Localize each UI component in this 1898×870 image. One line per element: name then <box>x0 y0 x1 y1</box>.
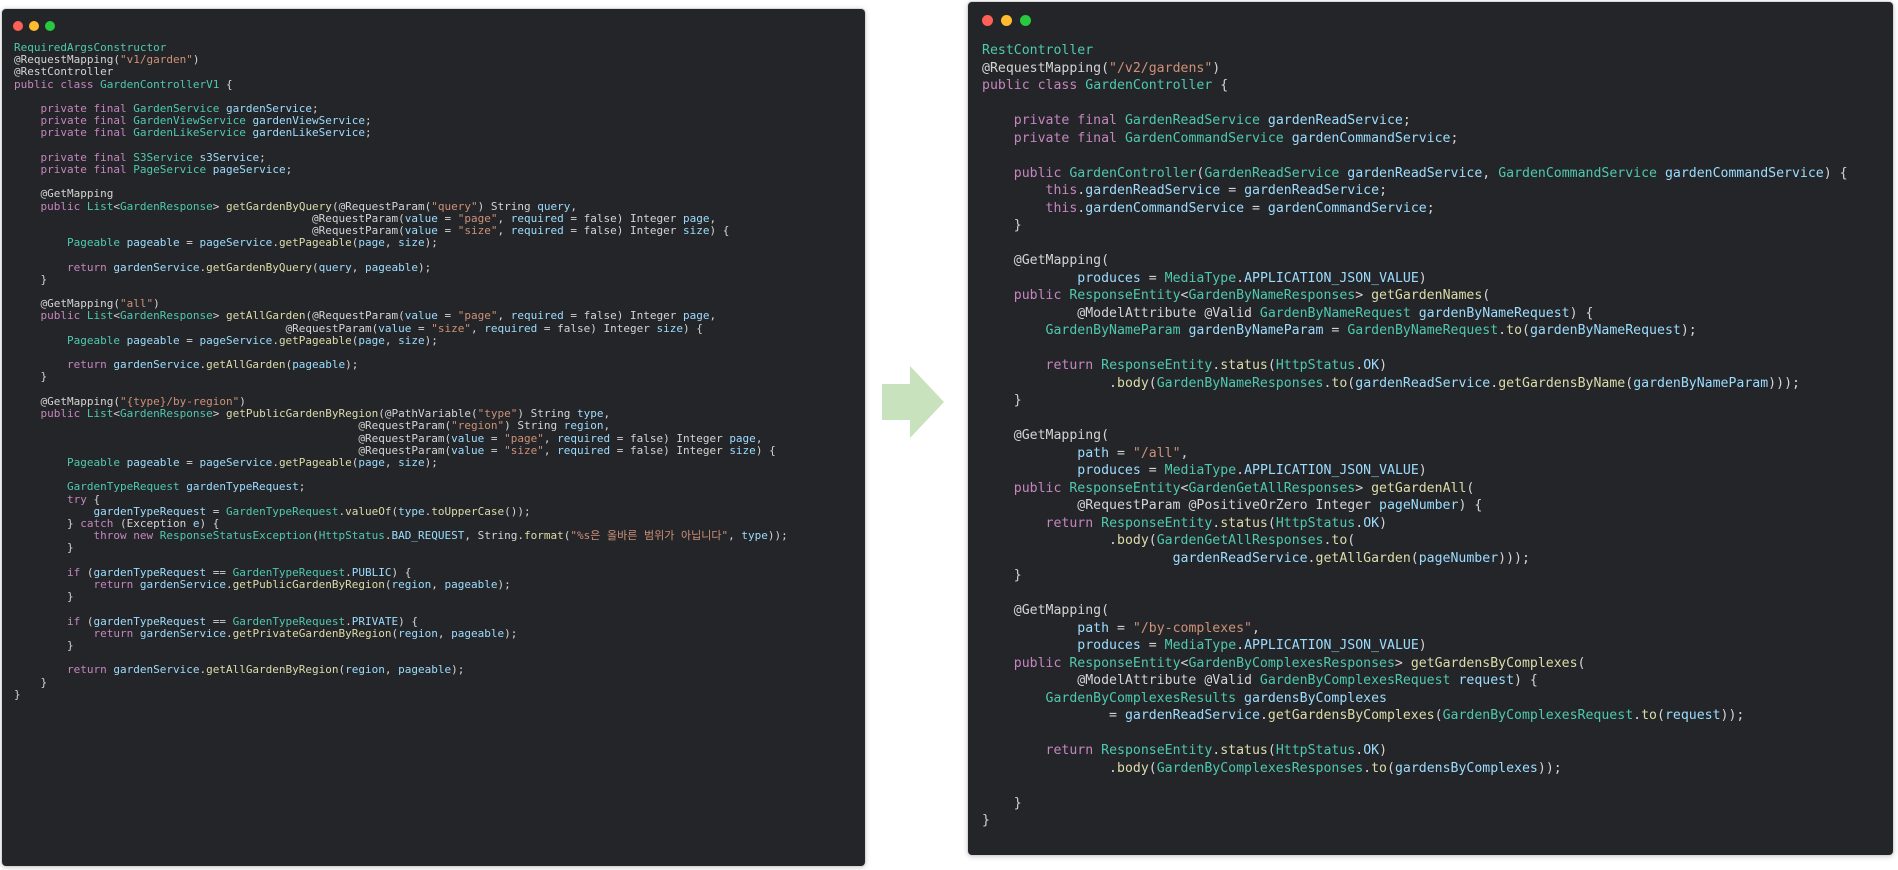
right-code-line: } <box>1013 568 1022 583</box>
right-code-line: private final GardenReadService gardenRe… <box>1013 113 1411 128</box>
right-code-line: this.gardenCommandService = gardenComman… <box>1045 200 1435 216</box>
right-code-line: } <box>1013 218 1022 233</box>
left-code-line: return gardenService.getGardenByQuery(qu… <box>66 260 432 274</box>
right-code-line: return ResponseEntity.status(HttpStatus.… <box>1045 358 1388 373</box>
right-code-line: return ResponseEntity.status(HttpStatus.… <box>1045 515 1388 531</box>
left-code-line: return gardenService.getAllGardenByRegio… <box>66 663 465 677</box>
right-code-line: ​ <box>982 95 1848 113</box>
left-code-line: Pageable pageable = pageService.getPagea… <box>66 455 438 469</box>
right-code-line: .body(GardenByComplexesResponses.to(gard… <box>1109 760 1562 776</box>
minimize-icon[interactable] <box>29 21 39 31</box>
right-code-line: public ResponseEntity<GardenByNameRespon… <box>1013 288 1491 303</box>
right-code-line: .body(GardenByNameResponses.to(gardenRea… <box>1109 375 1800 391</box>
right-code-line: } <box>1013 393 1022 408</box>
right-code-line: gardenReadService.getAllGarden(pageNumbe… <box>1172 550 1530 566</box>
right-code-line: public ResponseEntity<GardenByComplexesR… <box>1013 655 1586 671</box>
left-code-line: GardenTypeRequest gardenTypeRequest; <box>66 480 306 494</box>
right-code-line: produces = MediaType.APPLICATION_JSON_VA… <box>1077 638 1427 653</box>
maximize-icon[interactable] <box>1020 15 1031 26</box>
left-code-line: return gardenService.getPublicGardenByRe… <box>93 577 511 591</box>
left-code-line: return gardenService.getPrivateGardenByR… <box>93 626 518 640</box>
window-controls <box>982 15 1031 26</box>
left-code-line: throw new ResponseStatusException(HttpSt… <box>93 529 788 543</box>
right-code-line: @RequestMapping("/v2/gardens") <box>982 60 1221 76</box>
left-code-line: ​ <box>14 140 788 152</box>
right-code-line: = gardenReadService.getGardensByComplexe… <box>1109 708 1745 723</box>
right-code-line: public class GardenController { <box>982 78 1229 93</box>
code-block-v2: RestController @RequestMapping("/v2/garde… <box>982 42 1848 830</box>
right-code-line: RestController <box>982 43 1094 58</box>
left-code-window: RequiredArgsConstructor @RequestMapping("… <box>2 9 865 866</box>
right-code-line: public GardenController(GardenReadServic… <box>1013 165 1848 181</box>
comparison-canvas: RequiredArgsConstructor @RequestMapping("… <box>0 0 1898 870</box>
right-code-line: ​ <box>982 410 1848 428</box>
right-code-line: } <box>982 813 990 828</box>
right-code-line: @GetMapping( <box>1013 428 1110 443</box>
right-code-line: return ResponseEntity.status(HttpStatus.… <box>1045 743 1388 758</box>
close-icon[interactable] <box>13 21 23 31</box>
left-code-line: } <box>66 541 74 555</box>
code-block-v1: RequiredArgsConstructor @RequestMapping("… <box>14 41 788 701</box>
left-code-line: } <box>14 687 21 701</box>
minimize-icon[interactable] <box>1001 15 1012 26</box>
left-code-line: Pageable pageable = pageService.getPagea… <box>66 333 438 347</box>
right-code-line: path = "/by-complexes", <box>1077 620 1260 636</box>
right-code-line: this.gardenReadService = gardenReadServi… <box>1045 183 1388 198</box>
right-code-line: @GetMapping( <box>1013 603 1110 618</box>
right-code-line: produces = MediaType.APPLICATION_JSON_VA… <box>1077 270 1427 286</box>
right-code-line: ​ <box>982 777 1848 795</box>
right-code-line: @ModelAttribute @Valid GardenByNameReque… <box>1077 305 1594 321</box>
right-code-window: RestController @RequestMapping("/v2/garde… <box>968 2 1893 855</box>
left-code-line: public class GardenControllerV1 { <box>14 77 233 91</box>
right-code-line: .body(GardenGetAllResponses.to( <box>1109 533 1356 548</box>
left-code-line: } <box>40 272 48 286</box>
right-code-line: path = "/all", <box>1077 445 1189 461</box>
arrow-right-icon <box>882 366 944 438</box>
right-code-line: ​ <box>982 340 1848 358</box>
right-code-line: @GetMapping( <box>1013 253 1110 268</box>
right-code-line: GardenByNameParam gardenByNameParam = Ga… <box>1045 323 1697 338</box>
right-code-line: ​ <box>982 235 1848 253</box>
right-code-line: ​ <box>982 585 1848 603</box>
close-icon[interactable] <box>982 15 993 26</box>
maximize-icon[interactable] <box>45 21 55 31</box>
right-code-line: private final GardenCommandService garde… <box>1013 130 1459 146</box>
window-controls <box>13 21 55 31</box>
left-code-line: } <box>66 638 74 652</box>
right-code-line: ​ <box>982 147 1848 165</box>
left-code-line: } <box>66 590 74 604</box>
left-code-line: } <box>40 370 48 384</box>
right-code-line: produces = MediaType.APPLICATION_JSON_VA… <box>1077 463 1427 478</box>
right-code-line: } <box>1013 795 1022 811</box>
left-code-line: } <box>40 675 48 689</box>
right-code-line: ​ <box>982 725 1848 743</box>
right-code-line: public ResponseEntity<GardenGetAllRespon… <box>1013 480 1475 496</box>
left-code-line: private final PageService pageService; <box>40 163 293 177</box>
right-code-line: @ModelAttribute @Valid GardenByComplexes… <box>1077 673 1538 688</box>
left-code-line: Pageable pageable = pageService.getPagea… <box>66 236 438 250</box>
right-code-line: @RequestParam @PositiveOrZero Integer pa… <box>1077 498 1483 513</box>
right-code-line: GardenByComplexesResults gardensByComple… <box>1045 690 1387 706</box>
left-code-line: private final GardenLikeService gardenLi… <box>40 126 372 140</box>
left-code-line: return gardenService.getAllGarden(pageab… <box>66 358 359 372</box>
left-code-line: @RequestMapping("v1/garden") <box>14 53 200 67</box>
left-code-line: ​ <box>14 176 788 188</box>
